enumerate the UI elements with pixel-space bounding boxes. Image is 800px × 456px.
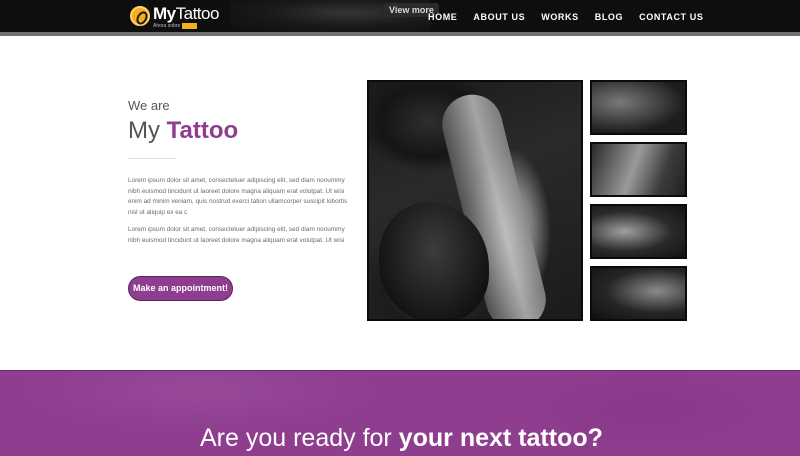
nav-item-blog[interactable]: BLOG <box>595 12 623 22</box>
page-title: My Tattoo <box>128 117 239 144</box>
make-appointment-button[interactable]: Make an appointment! <box>128 276 233 301</box>
logo-wordmark: MyTattoo <box>153 4 219 23</box>
nav-item-works[interactable]: WORKS <box>541 12 579 22</box>
intro-paragraph-1: Lorem ipsum dolor sit amet, consectetuer… <box>128 177 348 216</box>
intro-kicker: We are <box>128 98 170 113</box>
title-divider <box>128 158 176 159</box>
logo-badge <box>182 23 198 29</box>
nav-item-about-us[interactable]: ABOUT US <box>473 12 525 22</box>
main-nav: HOME ABOUT US WORKS BLOG CONTACT US <box>428 12 719 22</box>
site-logo[interactable]: MyTattoo Ahora sobre <box>130 5 219 29</box>
logo-icon <box>130 6 150 26</box>
gallery-thumbnail-1[interactable] <box>590 80 687 135</box>
header-divider <box>0 32 800 36</box>
gallery-thumbnail-4[interactable] <box>590 266 687 321</box>
gallery-main-photo[interactable] <box>367 80 583 321</box>
gallery-thumbnail-3[interactable] <box>590 204 687 259</box>
gallery-thumbnail-2[interactable] <box>590 142 687 197</box>
top-navigation-bar: MyTattoo Ahora sobre View more HOME ABOU… <box>0 0 800 32</box>
nav-item-home[interactable]: HOME <box>428 12 457 22</box>
banner-heading: Are you ready for your next tattoo? <box>200 424 603 452</box>
nav-item-contact-us[interactable]: CONTACT US <box>639 12 703 22</box>
intro-paragraph-2: Lorem ipsum dolor sit amet, consectetuer… <box>128 226 345 244</box>
logo-tagline: Ahora sobre <box>153 23 219 29</box>
